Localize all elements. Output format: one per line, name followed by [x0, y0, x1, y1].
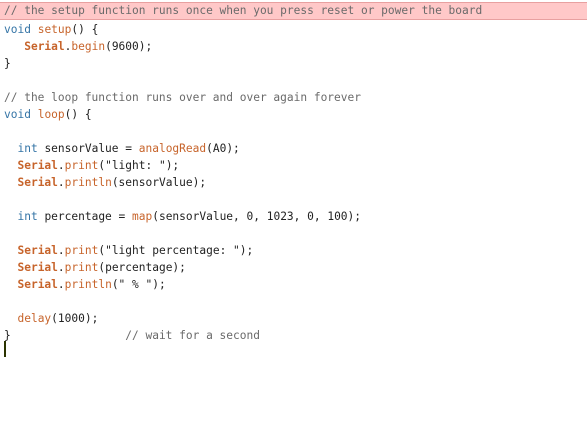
- code-line[interactable]: int percentage = map(sensorValue, 0, 102…: [0, 208, 587, 225]
- code-token: sensorValue =: [37, 142, 139, 155]
- code-token: .: [57, 244, 65, 257]
- code-line[interactable]: Serial.print("light percentage: ");: [0, 242, 587, 259]
- code-token: .: [57, 261, 65, 274]
- code-token: (1000);: [51, 312, 99, 325]
- code-line[interactable]: [0, 293, 587, 310]
- code-token: delay: [17, 312, 52, 325]
- code-token: int: [17, 142, 38, 155]
- code-token: }: [4, 57, 11, 70]
- code-token: (sensorValue);: [111, 176, 207, 189]
- code-token: Serial: [17, 261, 58, 274]
- code-line[interactable]: Serial.println(" % ");: [0, 276, 587, 293]
- code-token: .: [57, 159, 65, 172]
- code-line[interactable]: [0, 225, 587, 242]
- code-token: (9600);: [105, 40, 153, 53]
- code-line[interactable]: [0, 72, 587, 89]
- code-token: .: [57, 176, 65, 189]
- code-token: setup: [37, 23, 72, 36]
- code-token: ("light: ");: [98, 159, 180, 172]
- code-line[interactable]: int sensorValue = analogRead(A0);: [0, 140, 587, 157]
- code-line[interactable]: }: [0, 55, 587, 72]
- code-line[interactable]: void loop() {: [0, 106, 587, 123]
- code-line[interactable]: [0, 123, 587, 140]
- code-token: map: [132, 210, 153, 223]
- code-token: int: [17, 210, 38, 223]
- code-line[interactable]: delay(1000);: [0, 310, 587, 327]
- code-token: () {: [71, 23, 99, 36]
- code-token: (" % ");: [111, 278, 166, 291]
- code-editor[interactable]: // the setup function runs once when you…: [0, 0, 587, 432]
- code-token: analogRead: [138, 142, 207, 155]
- code-token: Serial: [24, 40, 65, 53]
- code-token: print: [64, 244, 99, 257]
- code-line[interactable]: // the loop function runs over and over …: [0, 89, 587, 106]
- code-token: Serial: [17, 159, 58, 172]
- code-token: ("light percentage: ");: [98, 244, 254, 257]
- code-token: Serial: [17, 244, 58, 257]
- code-token: print: [64, 261, 99, 274]
- code-token: // the loop function runs over and over …: [4, 91, 361, 104]
- code-token: println: [64, 176, 112, 189]
- code-token: () {: [64, 108, 92, 121]
- code-token: println: [64, 278, 112, 291]
- code-token: Serial: [17, 176, 58, 189]
- code-token: // wait for a second: [125, 329, 260, 342]
- code-token: loop: [37, 108, 65, 121]
- text-cursor: [4, 341, 6, 357]
- code-token: (percentage);: [98, 261, 186, 274]
- code-token: (A0);: [206, 142, 240, 155]
- code-line[interactable]: Serial.print(percentage);: [0, 259, 587, 276]
- code-token: percentage =: [37, 210, 132, 223]
- code-token: void: [4, 23, 31, 36]
- code-token: .: [57, 278, 65, 291]
- code-token: (sensorValue, 0, 1023, 0, 100);: [152, 210, 362, 223]
- code-line[interactable]: Serial.begin(9600);: [0, 38, 587, 55]
- code-line[interactable]: } // wait for a second: [0, 327, 587, 344]
- code-token: print: [64, 159, 99, 172]
- code-line[interactable]: [0, 191, 587, 208]
- code-line[interactable]: Serial.println(sensorValue);: [0, 174, 587, 191]
- code-line[interactable]: Serial.print("light: ");: [0, 157, 587, 174]
- code-token: void: [4, 108, 31, 121]
- code-token: Serial: [17, 278, 58, 291]
- code-token: begin: [71, 40, 106, 53]
- code-token: // the setup function runs once when you…: [4, 4, 483, 17]
- code-line[interactable]: void setup() {: [0, 21, 587, 38]
- code-line-highlighted[interactable]: // the setup function runs once when you…: [0, 2, 587, 20]
